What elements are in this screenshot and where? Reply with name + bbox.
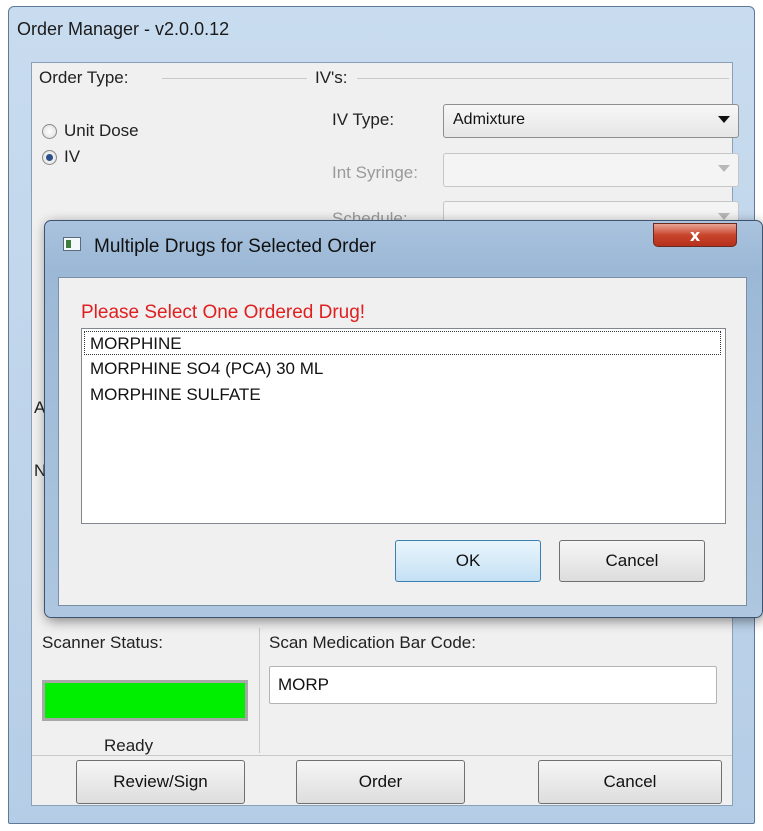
order-button[interactable]: Order bbox=[296, 760, 465, 804]
window-title: Order Manager - v2.0.0.12 bbox=[17, 19, 230, 39]
review-sign-button[interactable]: Review/Sign bbox=[76, 760, 245, 804]
int-syringe-label: Int Syringe: bbox=[332, 163, 418, 182]
scan-barcode-input[interactable] bbox=[269, 666, 717, 704]
scanner-status-label: Scanner Status: bbox=[42, 633, 163, 652]
list-item[interactable]: MORPHINE SULFATE bbox=[90, 385, 261, 405]
dialog-cancel-button[interactable]: Cancel bbox=[559, 540, 705, 582]
dialog-title: Multiple Drugs for Selected Order bbox=[94, 236, 376, 257]
ok-button[interactable]: OK bbox=[395, 540, 541, 582]
iv-label[interactable]: IV bbox=[64, 147, 80, 167]
iv-type-value: Admixture bbox=[453, 111, 526, 128]
dialog-close-button[interactable]: x bbox=[653, 223, 737, 247]
multiple-drugs-dialog: Multiple Drugs for Selected Order x Plea… bbox=[44, 220, 763, 618]
ivs-group-label: IV's: bbox=[315, 68, 348, 87]
select-drug-prompt: Please Select One Ordered Drug! bbox=[81, 302, 366, 323]
vertical-divider bbox=[259, 628, 260, 753]
unit-dose-label[interactable]: Unit Dose bbox=[64, 121, 139, 141]
list-item[interactable]: MORPHINE bbox=[90, 334, 182, 354]
iv-radio[interactable] bbox=[42, 150, 57, 165]
dialog-client-area: Please Select One Ordered Drug! MORPHINE… bbox=[58, 277, 747, 606]
close-icon: x bbox=[689, 226, 701, 245]
chevron-down-icon bbox=[718, 165, 730, 172]
int-syringe-dropdown[interactable] bbox=[443, 153, 739, 187]
scan-barcode-field[interactable] bbox=[270, 667, 716, 703]
horizontal-divider bbox=[32, 755, 732, 756]
drug-listbox[interactable]: MORPHINE MORPHINE SO4 (PCA) 30 ML MORPHI… bbox=[81, 328, 726, 524]
iv-type-dropdown[interactable]: Admixture bbox=[443, 104, 739, 138]
scan-barcode-label: Scan Medication Bar Code: bbox=[269, 633, 476, 652]
iv-type-label: IV Type: bbox=[332, 110, 395, 129]
ivs-group-border bbox=[357, 78, 729, 79]
order-type-group-border bbox=[162, 78, 307, 79]
scanner-status-indicator bbox=[42, 680, 248, 721]
cancel-button[interactable]: Cancel bbox=[538, 760, 722, 804]
chevron-down-icon bbox=[718, 213, 730, 220]
list-item[interactable]: MORPHINE SO4 (PCA) 30 ML bbox=[90, 359, 323, 379]
scanner-status-text: Ready bbox=[104, 736, 154, 755]
order-type-label: Order Type: bbox=[39, 68, 129, 87]
chevron-down-icon bbox=[718, 116, 730, 123]
unit-dose-radio[interactable] bbox=[42, 124, 57, 139]
window-app-icon bbox=[63, 237, 81, 251]
